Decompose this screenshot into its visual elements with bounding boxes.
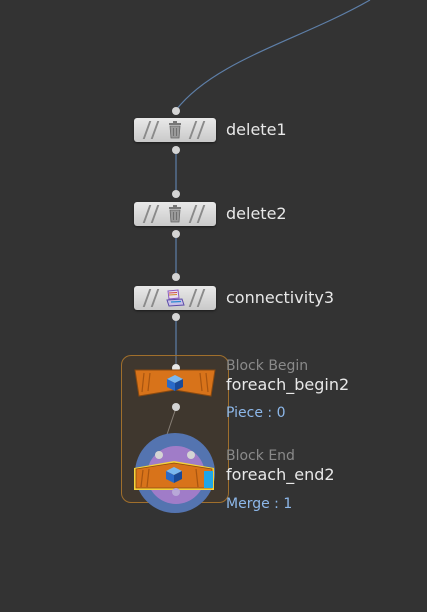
foreach-end2-label: foreach_end2 xyxy=(226,465,335,484)
foreach-end2-block-label: Block End xyxy=(226,448,295,464)
connectivity3-label: connectivity3 xyxy=(226,288,335,307)
foreach-begin2-info: Piece : 0 xyxy=(226,405,286,421)
foreach-begin2-output-port[interactable] xyxy=(172,403,180,411)
foreach-begin2-node[interactable] xyxy=(134,368,216,398)
foreach-end2-node[interactable] xyxy=(132,458,216,492)
trash-icon xyxy=(164,204,186,224)
delete1-output-port[interactable] xyxy=(172,146,180,154)
connectivity3-node[interactable] xyxy=(134,286,216,310)
delete2-label: delete2 xyxy=(226,204,287,223)
wire-input-to-delete1 xyxy=(175,0,371,111)
delete2-output-port[interactable] xyxy=(172,230,180,238)
connectivity-icon xyxy=(164,288,186,308)
foreach-end2-info: Merge : 1 xyxy=(226,496,293,512)
connectivity3-output-port[interactable] xyxy=(172,313,180,321)
network-editor-canvas[interactable]: delete1 delete2 connectivity3 Block Begi… xyxy=(0,0,427,612)
foreach-begin2-label: foreach_begin2 xyxy=(226,375,350,394)
display-flag-icon[interactable] xyxy=(204,471,213,488)
foreach-end2-output-port[interactable] xyxy=(172,488,180,496)
delete1-node[interactable] xyxy=(134,118,216,142)
delete1-input-port[interactable] xyxy=(172,107,180,115)
delete2-input-port[interactable] xyxy=(172,190,180,198)
delete1-label: delete1 xyxy=(226,120,287,139)
trash-icon xyxy=(164,120,186,140)
connectivity3-input-port[interactable] xyxy=(172,273,180,281)
foreach-begin2-block-label: Block Begin xyxy=(226,358,309,374)
delete2-node[interactable] xyxy=(134,202,216,226)
